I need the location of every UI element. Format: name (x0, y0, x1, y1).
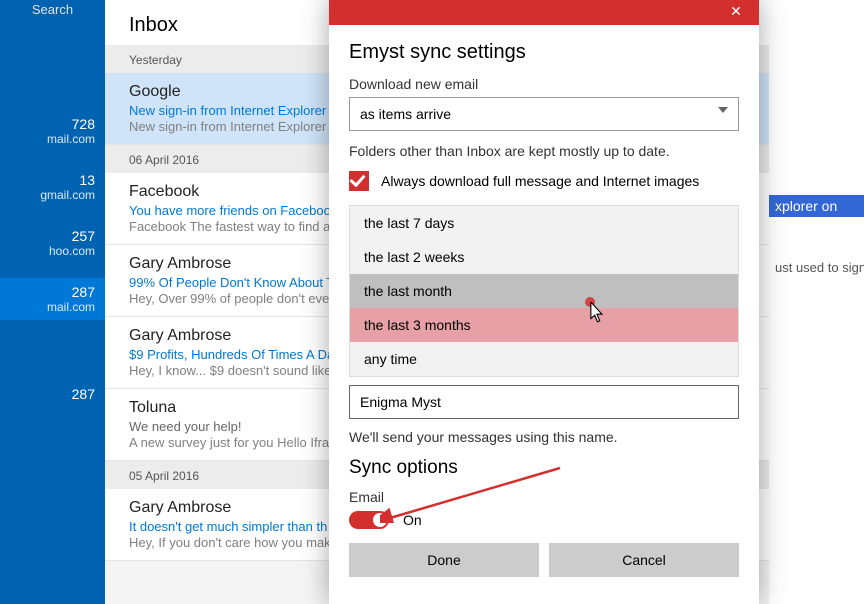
done-button[interactable]: Done (349, 543, 539, 577)
close-button[interactable]: ✕ (713, 0, 759, 25)
always-download-checkbox[interactable]: Always download full message and Interne… (349, 171, 739, 191)
account-item[interactable]: 287 (0, 380, 105, 408)
dialog-title: Emyst sync settings (349, 41, 739, 64)
duration-option[interactable]: the last 7 days (350, 206, 738, 240)
display-name-note: We'll send your messages using this name… (349, 429, 739, 445)
dialog-titlebar: ✕ (329, 0, 759, 25)
folders-note: Folders other than Inbox are kept mostly… (349, 143, 739, 159)
sync-options-heading: Sync options (349, 457, 739, 479)
duration-option[interactable]: any time (350, 342, 738, 376)
cancel-button[interactable]: Cancel (549, 543, 739, 577)
account-item[interactable]: 287 mail.com (0, 278, 105, 320)
download-frequency-dropdown[interactable]: as items arrive (349, 97, 739, 131)
account-item[interactable]: 13 gmail.com (0, 166, 105, 208)
reading-pane: xplorer on ust used to sign i (769, 0, 864, 604)
account-item[interactable]: 728 mail.com (0, 110, 105, 152)
body-fragment: ust used to sign i (775, 260, 864, 275)
download-email-label: Download new email (349, 76, 739, 92)
account-item[interactable]: 257 hoo.com (0, 222, 105, 264)
duration-option[interactable]: the last month (350, 274, 738, 308)
duration-dropdown-list: the last 7 days the last 2 weeks the las… (349, 205, 739, 377)
email-sync-toggle[interactable] (349, 511, 389, 529)
toggle-state-label: On (403, 512, 422, 528)
accounts-pane: Search 728 mail.com 13 gmail.com 257 hoo… (0, 0, 105, 604)
email-toggle-label: Email (349, 489, 739, 505)
duration-option[interactable]: the last 2 weeks (350, 240, 738, 274)
duration-option[interactable]: the last 3 months (350, 308, 738, 342)
always-download-label: Always download full message and Interne… (381, 173, 699, 189)
banner-fragment: xplorer on (769, 195, 864, 217)
display-name-input[interactable]: Enigma Myst (349, 385, 739, 419)
search-label: Search (0, 2, 105, 17)
checkbox-icon (349, 171, 369, 191)
chevron-down-icon (718, 107, 728, 113)
sync-settings-dialog: ✕ Emyst sync settings Download new email… (329, 0, 759, 604)
